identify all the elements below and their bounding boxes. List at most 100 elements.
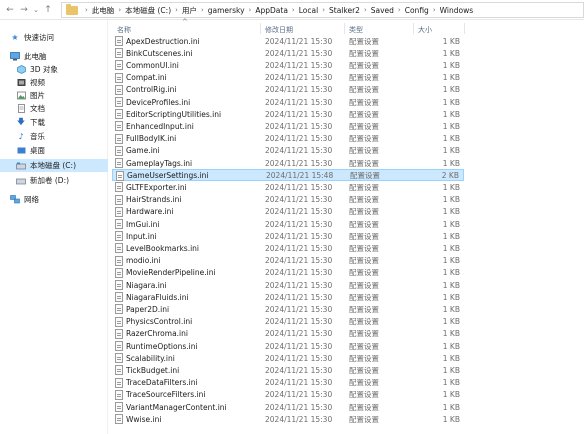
- file-type: 配置设置: [349, 353, 379, 363]
- forward-arrow-icon[interactable]: →: [17, 3, 31, 17]
- sidebar-item-quick-access[interactable]: ★ 快速访问: [0, 31, 108, 44]
- file-row[interactable]: CommonUI.ini 2024/11/21 15:30 配置设置 1 KB: [112, 59, 464, 71]
- column-divider[interactable]: [413, 23, 414, 34]
- breadcrumb-local[interactable]: Local: [299, 6, 318, 15]
- file-row[interactable]: NiagaraFluids.ini 2024/11/21 15:30 配置设置 1 K…: [112, 291, 464, 303]
- up-arrow-icon[interactable]: ↑: [41, 3, 55, 17]
- back-arrow-icon[interactable]: ←: [3, 3, 17, 17]
- column-divider[interactable]: [464, 23, 465, 34]
- chevron-right-icon[interactable]: ›: [433, 6, 436, 14]
- recent-locations-chevron-icon[interactable]: ⌄: [31, 3, 41, 17]
- address-bar[interactable]: › 此电脑 › 本地磁盘 (C:) › 用户 › gamersky › AppD…: [61, 2, 584, 18]
- file-type: 配置设置: [349, 365, 379, 375]
- sidebar-item-network[interactable]: 网络: [0, 193, 108, 206]
- file-row[interactable]: BinkCutscenes.ini 2024/11/21 15:30 配置设置 1 K…: [112, 47, 464, 59]
- breadcrumb-gamersky[interactable]: gamersky: [208, 6, 245, 15]
- chevron-right-icon[interactable]: ›: [118, 6, 121, 14]
- chevron-right-icon[interactable]: ›: [364, 6, 367, 14]
- file-row[interactable]: GameUserSettings.ini 2024/11/21 15:48 配置设置…: [112, 169, 464, 182]
- file-row[interactable]: MovieRenderPipeline.ini 2024/11/21 15:30 配…: [112, 267, 464, 279]
- file-row[interactable]: Paper2D.ini 2024/11/21 15:30 配置设置 1 KB: [112, 303, 464, 315]
- file-row[interactable]: Niagara.ini 2024/11/21 15:30 配置设置 1 KB: [112, 279, 464, 291]
- column-divider[interactable]: [260, 23, 261, 34]
- file-row[interactable]: GLTFExporter.ini 2024/11/21 15:30 配置设置 1 KB: [112, 181, 464, 193]
- sidebar-item-downloads[interactable]: 🡇 下载: [0, 116, 108, 129]
- chevron-right-icon[interactable]: ›: [292, 6, 295, 14]
- breadcrumb-users[interactable]: 用户: [182, 5, 197, 16]
- file-row[interactable]: ControlRig.ini 2024/11/21 15:30 配置设置 1 KB: [112, 84, 464, 96]
- ini-file-icon: [115, 158, 123, 168]
- file-row[interactable]: Input.ini 2024/11/21 15:30 配置设置 1 KB: [112, 230, 464, 242]
- sidebar-item-3d-objects[interactable]: 3D 对象: [0, 63, 108, 76]
- file-name: GLTFExporter.ini: [126, 182, 187, 192]
- chevron-right-icon[interactable]: ›: [249, 6, 252, 14]
- ini-file-icon: [115, 145, 123, 156]
- file-modified-date: 2024/11/21 15:30: [265, 280, 333, 290]
- file-row[interactable]: Scalability.ini 2024/11/21 15:30 配置设置 1 KB: [112, 352, 464, 364]
- file-name: DeviceProfiles.ini: [126, 97, 191, 107]
- column-header-date[interactable]: 修改日期: [265, 25, 293, 35]
- file-row[interactable]: TraceDataFilters.ini 2024/11/21 15:30 配置设置…: [112, 377, 464, 389]
- file-row[interactable]: PhysicsControl.ini 2024/11/21 15:30 配置设置 1 …: [112, 316, 464, 328]
- file-row[interactable]: ApexDestruction.ini 2024/11/21 15:30 配置设置 1…: [112, 35, 464, 47]
- file-row[interactable]: RazerChroma.ini 2024/11/21 15:30 配置设置 1 KB: [112, 328, 464, 340]
- file-modified-date: 2024/11/21 15:30: [265, 317, 333, 327]
- file-modified-date: 2024/11/21 15:30: [265, 268, 333, 278]
- chevron-right-icon[interactable]: ›: [85, 6, 88, 14]
- column-divider[interactable]: [344, 23, 345, 34]
- ini-file-icon: [115, 255, 123, 266]
- sidebar-item-pictures[interactable]: 图片: [0, 89, 108, 102]
- column-header-size[interactable]: 大小: [418, 25, 432, 35]
- file-size: 1 KB: [442, 134, 460, 144]
- sidebar-item-local-disk-c[interactable]: 本地磁盘 (C:): [0, 159, 108, 172]
- file-row[interactable]: Hardware.ini 2024/11/21 15:30 配置设置 1 KB: [112, 206, 464, 218]
- file-size: 1 KB: [442, 121, 460, 131]
- ini-file-icon: [115, 60, 123, 71]
- breadcrumb-stalker2[interactable]: Stalker2: [329, 6, 360, 15]
- ini-file-icon: [115, 48, 123, 59]
- chevron-right-icon[interactable]: ›: [175, 6, 178, 14]
- file-row[interactable]: HairStrands.ini 2024/11/21 15:30 配置设置 1 KB: [112, 194, 464, 206]
- file-row[interactable]: ImGui.ini 2024/11/21 15:30 配置设置 1 KB: [112, 218, 464, 230]
- file-modified-date: 2024/11/21 15:30: [265, 231, 333, 241]
- file-row[interactable]: VariantManagerContent.ini 2024/11/21 15:3…: [112, 401, 464, 413]
- file-name: Compat.ini: [126, 73, 167, 83]
- file-row[interactable]: EnhancedInput.ini 2024/11/21 15:30 配置设置 1 K…: [112, 120, 464, 132]
- chevron-right-icon[interactable]: ›: [322, 6, 325, 14]
- file-row[interactable]: TickBudget.ini 2024/11/21 15:30 配置设置 1 KB: [112, 364, 464, 376]
- file-row[interactable]: TraceSourceFilters.ini 2024/11/21 15:30 配置…: [112, 389, 464, 401]
- breadcrumb-config[interactable]: Config: [405, 6, 429, 15]
- file-size: 1 KB: [442, 365, 460, 375]
- file-row[interactable]: Compat.ini 2024/11/21 15:30 配置设置 1 KB: [112, 72, 464, 84]
- file-row[interactable]: Game.ini 2024/11/21 15:30 配置设置 1 KB: [112, 145, 464, 157]
- breadcrumb-appdata[interactable]: AppData: [255, 6, 288, 15]
- breadcrumb-saved[interactable]: Saved: [371, 6, 394, 15]
- cube-icon: [16, 65, 26, 74]
- file-size: 1 KB: [442, 48, 460, 58]
- breadcrumb-local-disk-c[interactable]: 本地磁盘 (C:): [125, 5, 171, 16]
- chevron-right-icon[interactable]: ›: [201, 6, 204, 14]
- file-row[interactable]: RuntimeOptions.ini 2024/11/21 15:30 配置设置 1 …: [112, 340, 464, 352]
- ini-file-icon: [115, 36, 123, 46]
- chevron-right-icon[interactable]: ›: [398, 6, 401, 14]
- sidebar-item-this-pc[interactable]: 此电脑: [0, 50, 108, 63]
- file-row[interactable]: GameplayTags.ini 2024/11/21 15:30 配置设置 1 KB: [112, 157, 464, 169]
- sidebar-item-documents[interactable]: 文档: [0, 102, 108, 115]
- breadcrumb-this-pc[interactable]: 此电脑: [92, 5, 115, 16]
- breadcrumb-windows[interactable]: Windows: [440, 6, 473, 15]
- column-header-name[interactable]: 名称: [117, 25, 131, 35]
- file-row[interactable]: FullBodyIK.ini 2024/11/21 15:30 配置设置 1 KB: [112, 133, 464, 145]
- file-size: 2 KB: [441, 170, 459, 180]
- file-modified-date: 2024/11/21 15:30: [265, 85, 333, 95]
- file-row[interactable]: LevelBookmarks.ini 2024/11/21 15:30 配置设置 1 …: [112, 242, 464, 254]
- sidebar-item-videos[interactable]: 视频: [0, 76, 108, 89]
- column-header-type[interactable]: 类型: [349, 25, 363, 35]
- sidebar-item-desktop[interactable]: 桌面: [0, 144, 108, 157]
- sidebar-item-music[interactable]: ♪ 音乐: [0, 130, 108, 143]
- file-row[interactable]: DeviceProfiles.ini 2024/11/21 15:30 配置设置 1 …: [112, 96, 464, 108]
- file-row[interactable]: modio.ini 2024/11/21 15:30 配置设置 1 KB: [112, 255, 464, 267]
- ini-file-icon: [115, 206, 123, 217]
- file-row[interactable]: EditorScriptingUtilities.ini 2024/11/21 1…: [112, 108, 464, 120]
- file-row[interactable]: Wwise.ini 2024/11/21 15:30 配置设置 1 KB: [112, 413, 464, 425]
- sidebar-item-new-volume-d[interactable]: 新加卷 (D:): [0, 174, 108, 187]
